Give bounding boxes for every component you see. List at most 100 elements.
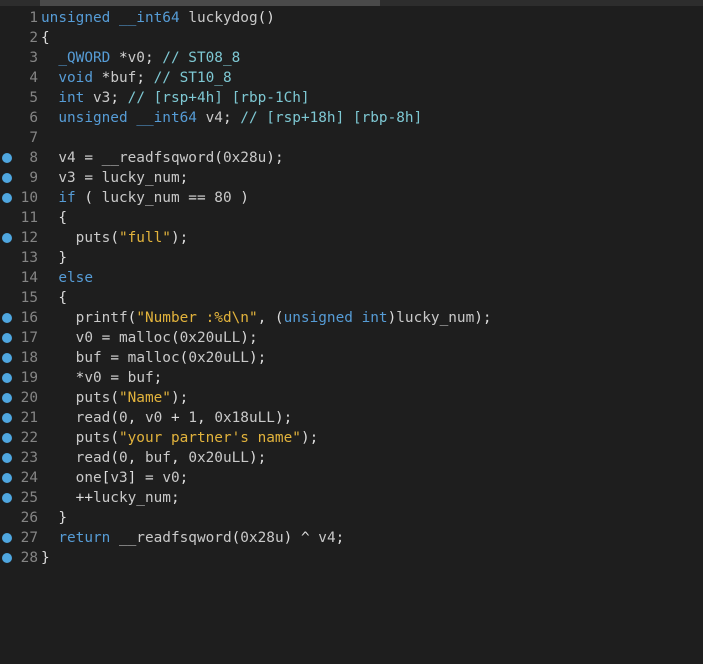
code-line[interactable]: 4 void *buf; // ST10_8 <box>0 68 703 88</box>
code-line[interactable]: 5 int v3; // [rsp+4h] [rbp-1Ch] <box>0 88 703 108</box>
code-line[interactable]: 10 if ( lucky_num == 80 ) <box>0 188 703 208</box>
line-number: 16 <box>20 310 38 326</box>
line-number: 22 <box>20 430 38 446</box>
breakpoint-dot-icon[interactable] <box>2 553 12 563</box>
code-text[interactable]: } <box>41 508 67 528</box>
breakpoint-dot-icon[interactable] <box>2 433 12 443</box>
code-line[interactable]: 23 read(0, buf, 0x20uLL); <box>0 448 703 468</box>
line-number: 12 <box>20 230 38 246</box>
code-line[interactable]: 8 v4 = __readfsqword(0x28u); <box>0 148 703 168</box>
breakpoint-dot-icon[interactable] <box>2 333 12 343</box>
line-number: 6 <box>29 110 38 126</box>
code-line[interactable]: 6 unsigned __int64 v4; // [rsp+18h] [rbp… <box>0 108 703 128</box>
pseudocode-view[interactable]: 1 unsigned __int64 luckydog() 2{3 _QWORD *… <box>0 8 703 568</box>
breakpoint-dot-icon[interactable] <box>2 193 12 203</box>
line-number: 23 <box>20 450 38 466</box>
code-text[interactable]: void *buf; // ST10_8 <box>41 68 231 88</box>
code-line[interactable]: 16 printf("Number :%d\n", (unsigned int)… <box>0 308 703 328</box>
code-text[interactable]: else <box>41 268 93 288</box>
code-text[interactable]: { <box>41 28 50 48</box>
code-text[interactable]: buf = malloc(0x20uLL); <box>41 348 267 368</box>
code-text[interactable]: *v0 = buf; <box>41 368 163 388</box>
line-number: 17 <box>20 330 38 346</box>
breakpoint-dot-icon[interactable] <box>2 493 12 503</box>
code-line[interactable]: 9 v3 = lucky_num; <box>0 168 703 188</box>
code-text[interactable]: { <box>41 288 67 308</box>
code-line[interactable]: 7 <box>0 128 703 148</box>
line-number: 27 <box>20 530 38 546</box>
breakpoint-dot-icon[interactable] <box>2 473 12 483</box>
code-line[interactable]: 21 read(0, v0 + 1, 0x18uLL); <box>0 408 703 428</box>
breakpoint-dot-icon[interactable] <box>2 413 12 423</box>
code-text[interactable]: ++lucky_num; <box>41 488 180 508</box>
code-line[interactable]: 27 return __readfsqword(0x28u) ^ v4; <box>0 528 703 548</box>
code-text[interactable]: read(0, v0 + 1, 0x18uLL); <box>41 408 293 428</box>
line-number: 20 <box>20 390 38 406</box>
line-number: 21 <box>20 410 38 426</box>
code-text[interactable]: printf("Number :%d\n", (unsigned int)luc… <box>41 308 492 328</box>
breakpoint-dot-icon[interactable] <box>2 453 12 463</box>
line-number: 8 <box>29 150 38 166</box>
code-text[interactable]: v3 = lucky_num; <box>41 168 188 188</box>
line-number: 24 <box>20 470 38 486</box>
breakpoint-dot-icon[interactable] <box>2 173 12 183</box>
code-text[interactable]: } <box>41 548 50 568</box>
code-line[interactable]: 20 puts("Name"); <box>0 388 703 408</box>
line-number: 9 <box>29 170 38 186</box>
breakpoint-dot-icon[interactable] <box>2 373 12 383</box>
line-number: 2 <box>29 30 38 46</box>
code-text[interactable]: puts("full"); <box>41 228 189 248</box>
breakpoint-dot-icon[interactable] <box>2 353 12 363</box>
breakpoint-dot-icon[interactable] <box>2 153 12 163</box>
code-line[interactable]: 19 *v0 = buf; <box>0 368 703 388</box>
code-text[interactable]: read(0, buf, 0x20uLL); <box>41 448 267 468</box>
breakpoint-dot-icon[interactable] <box>2 533 12 543</box>
code-line[interactable]: 28} <box>0 548 703 568</box>
code-line[interactable]: 11 { <box>0 208 703 228</box>
code-line[interactable]: 17 v0 = malloc(0x20uLL); <box>0 328 703 348</box>
line-number: 1 <box>29 10 38 26</box>
code-text[interactable]: v4 = __readfsqword(0x28u); <box>41 148 283 168</box>
code-line[interactable]: 26 } <box>0 508 703 528</box>
code-line[interactable]: 15 { <box>0 288 703 308</box>
code-line[interactable]: 1 unsigned __int64 luckydog() <box>0 8 703 28</box>
line-number: 14 <box>20 270 38 286</box>
code-text[interactable]: if ( lucky_num == 80 ) <box>41 188 249 208</box>
line-number: 28 <box>20 550 38 566</box>
code-text[interactable]: { <box>41 208 67 228</box>
code-line[interactable]: 14 else <box>0 268 703 288</box>
line-number: 19 <box>20 370 38 386</box>
code-text[interactable]: int v3; // [rsp+4h] [rbp-1Ch] <box>41 88 309 108</box>
code-line[interactable]: 13 } <box>0 248 703 268</box>
code-text[interactable]: unsigned __int64 luckydog() <box>41 8 275 28</box>
code-text[interactable]: } <box>41 248 67 268</box>
code-text[interactable]: _QWORD *v0; // ST08_8 <box>41 48 240 68</box>
code-text[interactable]: return __readfsqword(0x28u) ^ v4; <box>41 528 344 548</box>
breakpoint-dot-icon[interactable] <box>2 393 12 403</box>
line-number: 5 <box>29 90 38 106</box>
breakpoint-dot-icon[interactable] <box>2 233 12 243</box>
line-number: 13 <box>20 250 38 266</box>
code-line[interactable]: 22 puts("your partner's name"); <box>0 428 703 448</box>
code-line[interactable]: 25 ++lucky_num; <box>0 488 703 508</box>
code-text[interactable]: v0 = malloc(0x20uLL); <box>41 328 258 348</box>
code-line[interactable]: 24 one[v3] = v0; <box>0 468 703 488</box>
code-line[interactable]: 18 buf = malloc(0x20uLL); <box>0 348 703 368</box>
code-line[interactable]: 2{ <box>0 28 703 48</box>
line-number: 7 <box>29 130 38 146</box>
scrollbar-thumb[interactable] <box>40 0 380 6</box>
horizontal-scrollbar[interactable] <box>0 0 703 6</box>
code-text[interactable]: puts("your partner's name"); <box>41 428 319 448</box>
breakpoint-dot-icon[interactable] <box>2 313 12 323</box>
line-number: 26 <box>20 510 38 526</box>
line-number: 11 <box>20 210 38 226</box>
code-line[interactable]: 12 puts("full"); <box>0 228 703 248</box>
code-text[interactable]: unsigned __int64 v4; // [rsp+18h] [rbp-8… <box>41 108 422 128</box>
line-number: 18 <box>20 350 38 366</box>
code-text[interactable]: puts("Name"); <box>41 388 189 408</box>
line-number: 25 <box>20 490 38 506</box>
code-line[interactable]: 3 _QWORD *v0; // ST08_8 <box>0 48 703 68</box>
code-text[interactable]: one[v3] = v0; <box>41 468 189 488</box>
line-number: 10 <box>20 190 38 206</box>
line-number: 4 <box>29 70 38 86</box>
